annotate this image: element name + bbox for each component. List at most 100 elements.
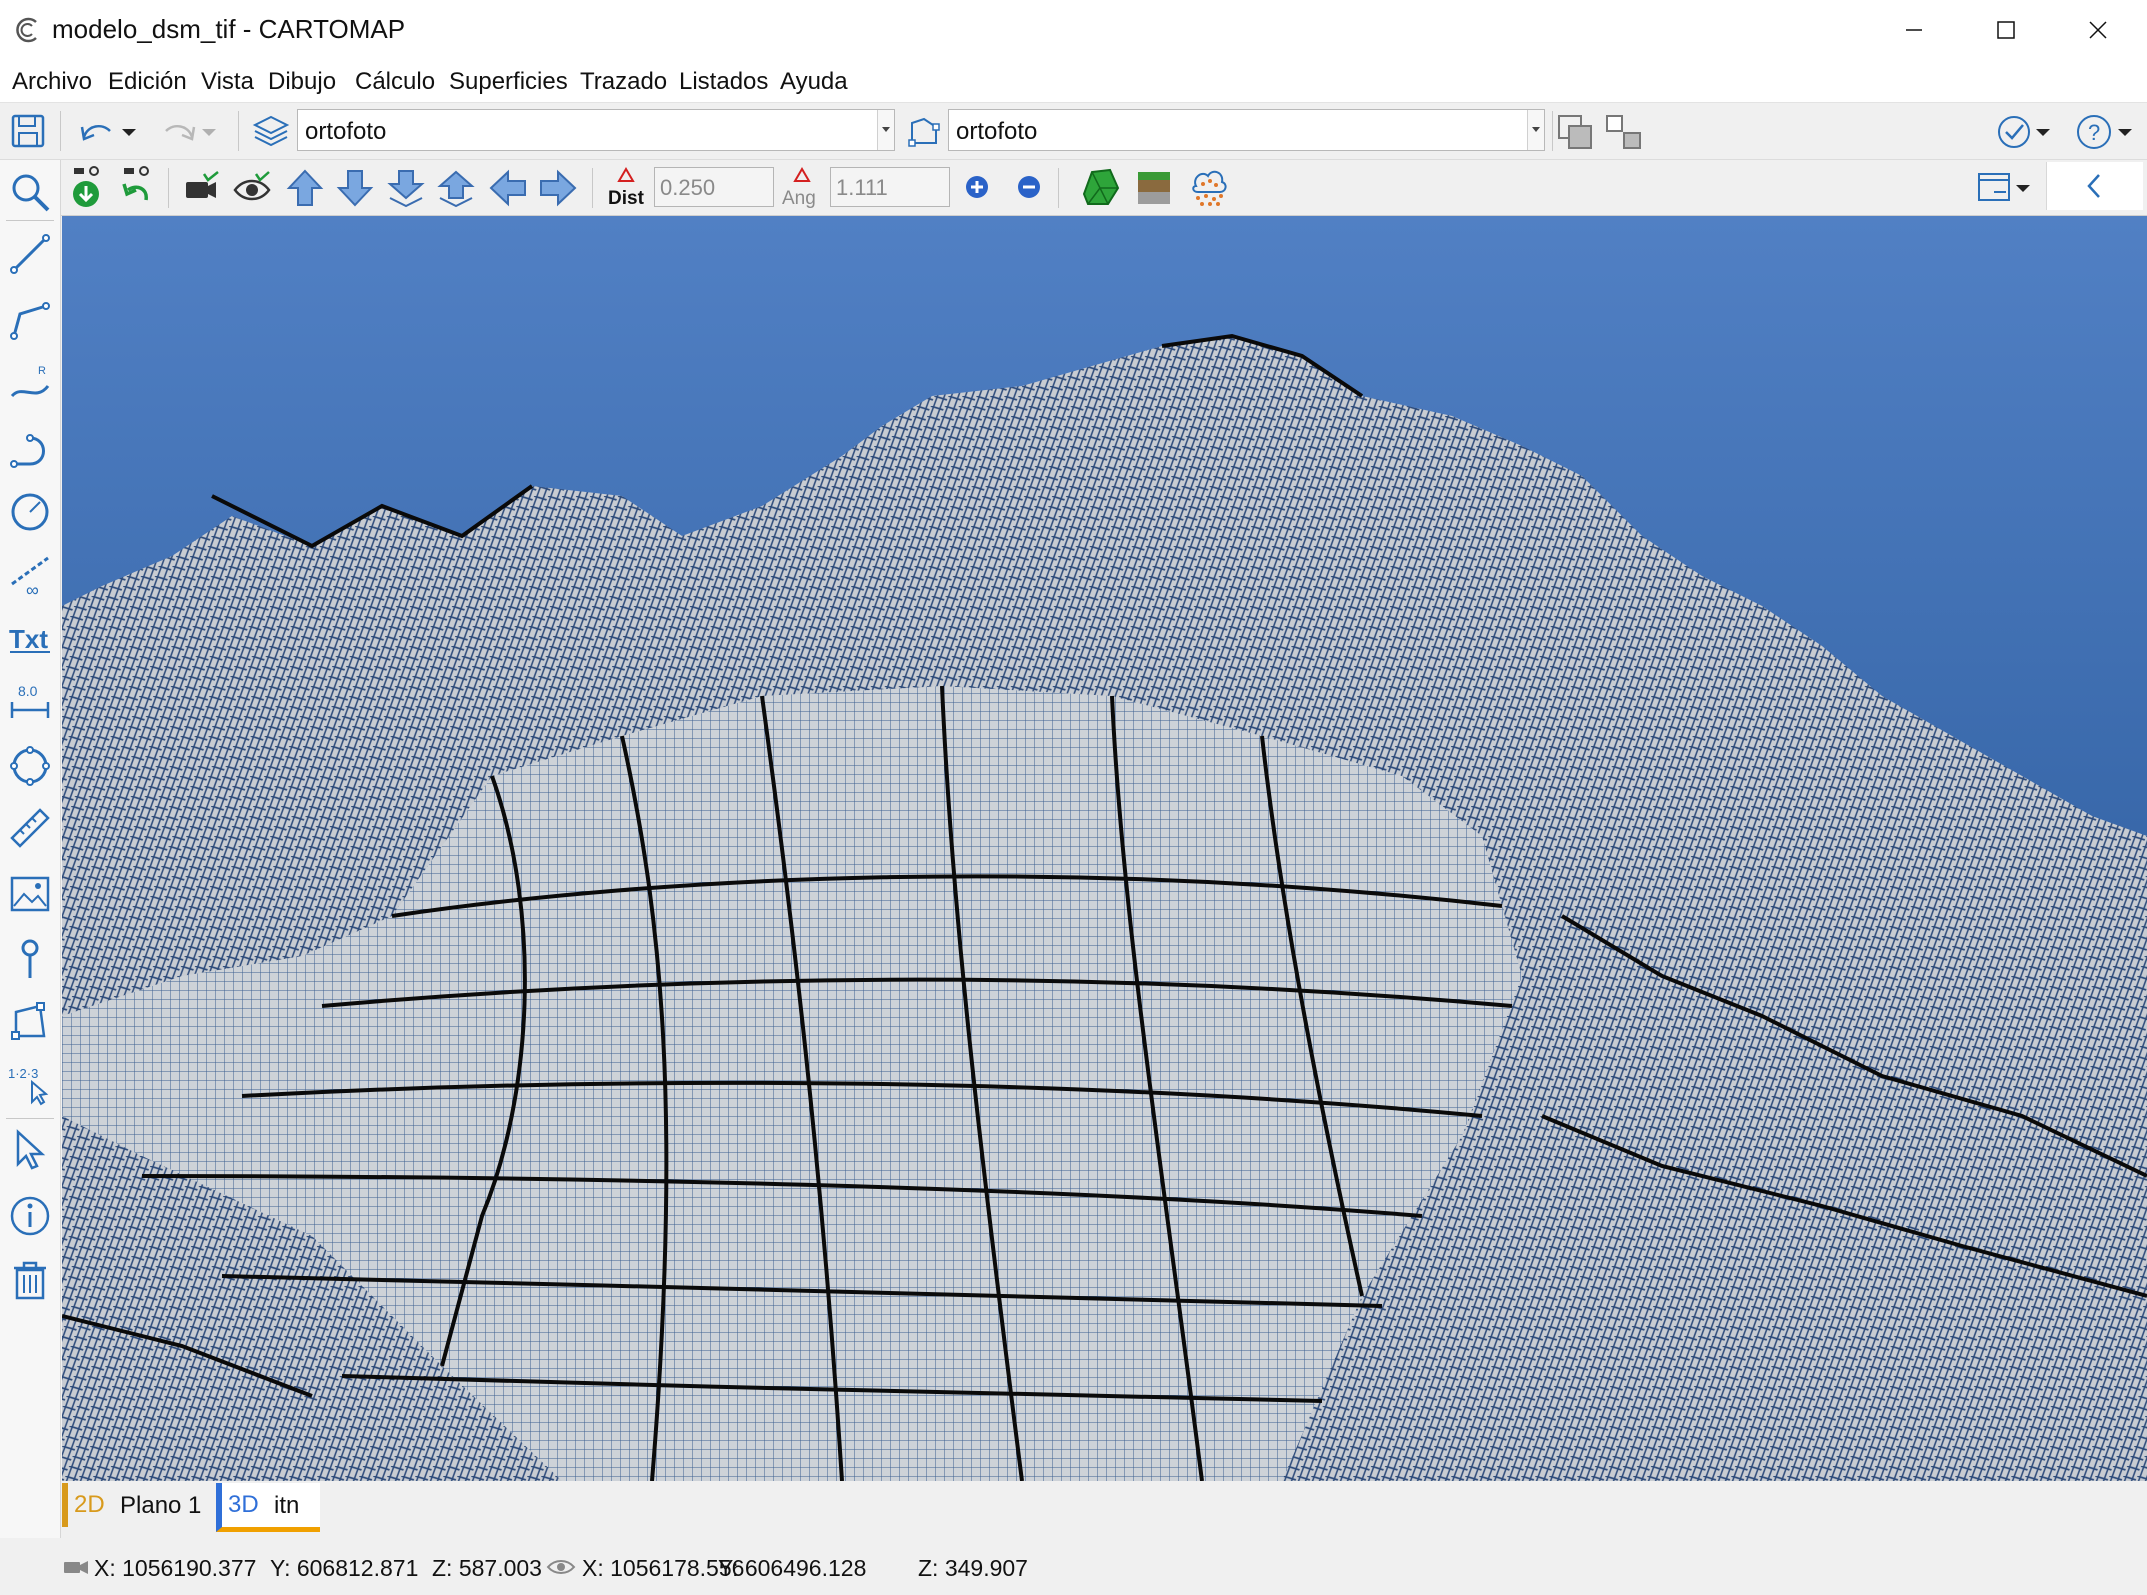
arrow-left-icon[interactable] (488, 168, 528, 208)
menu-vista[interactable]: Vista (201, 68, 254, 96)
menu-trazado[interactable]: Trazado (580, 68, 667, 96)
view-toolbar: Dist 0.250 Ang 1.111 (0, 160, 2147, 216)
layer-select-value: ortofoto (305, 118, 387, 145)
arrow-up-icon[interactable] (286, 168, 324, 208)
collapse-panel-button[interactable] (2046, 162, 2143, 210)
title-bar: modelo_dsm_tif - CARTOMAP (0, 0, 2147, 60)
maximize-button[interactable] (1960, 0, 2052, 60)
style-select-value: ortofoto (956, 118, 1038, 145)
minimize-button[interactable] (1868, 0, 1960, 60)
close-button[interactable] (2052, 0, 2144, 60)
3d-viewport[interactable] (62, 216, 2147, 1481)
menu-edicion[interactable]: Edición (108, 68, 187, 96)
zoom-in-icon[interactable] (964, 174, 990, 200)
camera-download-icon[interactable] (68, 166, 106, 210)
chevron-down-icon[interactable] (1527, 110, 1544, 150)
zoom-search-icon[interactable] (8, 170, 52, 214)
arrow-down-icon[interactable] (336, 168, 374, 208)
image-tool-icon[interactable] (8, 872, 52, 916)
view-tabs: 2D Plano 1 3D itn (62, 1481, 2147, 1532)
point-tool-icon[interactable] (8, 936, 52, 980)
measure-tool-icon[interactable] (8, 806, 52, 850)
angle-step-icon: Ang (782, 167, 816, 209)
surface-model-icon[interactable] (1080, 166, 1120, 208)
tab-2d-label: Plano 1 (120, 1492, 202, 1519)
help-icon[interactable]: ? (2074, 113, 2140, 151)
svg-text:8.0: 8.0 (18, 683, 38, 699)
svg-text:∞: ∞ (26, 580, 39, 598)
undo-icon[interactable] (78, 115, 142, 147)
distance-step-input[interactable]: 0.250 (654, 167, 774, 207)
move-down-icon[interactable] (386, 168, 426, 208)
polygon-tool-icon[interactable] (8, 744, 52, 788)
save-icon[interactable] (10, 113, 46, 149)
chevron-down-icon[interactable] (877, 110, 894, 150)
info-icon[interactable] (8, 1194, 52, 1238)
camera-x: X: 1056190.377 (94, 1555, 257, 1581)
menu-listados[interactable]: Listados (679, 68, 768, 96)
window-title: modelo_dsm_tif - CARTOMAP (52, 14, 406, 44)
select-cursor-icon[interactable] (8, 1128, 52, 1172)
target-y: Y: 606496.128 (718, 1555, 867, 1581)
ang-label: Ang (782, 188, 816, 209)
tab-3d-prefix: 3D (228, 1491, 259, 1518)
camera-z: Z: 587.003 (432, 1555, 542, 1581)
dist-label: Dist (608, 188, 645, 209)
rectangle-tool-icon[interactable] (8, 1000, 52, 1044)
menu-archivo[interactable]: Archivo (12, 68, 92, 96)
separate-objects-icon[interactable] (1604, 113, 1644, 151)
view-layout-icon[interactable] (1976, 170, 2032, 206)
maximize-icon (1997, 21, 2015, 39)
text-tool-icon[interactable]: Txt (8, 616, 52, 660)
terrain-profile-icon[interactable] (1134, 168, 1174, 208)
close-icon (2089, 21, 2107, 39)
trash-icon[interactable] (8, 1258, 52, 1302)
zoom-out-icon[interactable] (1016, 174, 1042, 200)
menu-ayuda[interactable]: Ayuda (780, 68, 848, 96)
circle-tool-icon[interactable] (8, 490, 52, 534)
point-cloud-icon[interactable] (1188, 166, 1230, 208)
polyline-layer-icon (908, 117, 940, 147)
left-toolbar: R ∞ Txt 8.0 1·2·3 (0, 160, 61, 1555)
tab-3d-itn[interactable]: 3D itn (216, 1483, 320, 1532)
target-position-eye-icon (546, 1560, 576, 1574)
distance-step-icon: Dist (608, 167, 645, 209)
menu-bar: Archivo Edición Vista Dibujo Cálculo Sup… (0, 60, 2147, 103)
validate-icon[interactable] (1996, 113, 2056, 151)
layer-select[interactable]: ortofoto (297, 109, 895, 151)
move-up-icon[interactable] (436, 168, 476, 208)
dimension-tool-icon[interactable]: 8.0 (8, 680, 52, 724)
style-select[interactable]: ortofoto (948, 109, 1545, 151)
svg-text:Txt: Txt (9, 624, 48, 654)
main-toolbar: ortofoto ortofoto ? (0, 103, 2147, 160)
layers-icon (252, 115, 290, 147)
curve-radius-icon[interactable]: R (8, 362, 52, 406)
camera-y: Y: 606812.871 (270, 1555, 419, 1581)
arrow-right-icon[interactable] (538, 168, 578, 208)
camera-icon[interactable] (182, 170, 222, 206)
cartomap-logo-icon (16, 17, 37, 43)
angle-step-input[interactable]: 1.111 (830, 167, 950, 207)
terrain-3d-render (62, 216, 2147, 1481)
eye-icon[interactable] (232, 170, 272, 206)
camera-reset-icon[interactable] (118, 166, 156, 210)
infinite-line-icon[interactable]: ∞ (8, 554, 52, 598)
tab-2d-prefix: 2D (74, 1491, 105, 1518)
status-bar: X: 1056190.377 Y: 606812.871 Z: 587.003 … (0, 1538, 2147, 1595)
spline-tool-icon[interactable] (8, 428, 52, 472)
chevron-left-icon (2087, 174, 2100, 198)
tab-2d-plano[interactable]: 2D Plano 1 (62, 1483, 218, 1527)
svg-text:1·2·3: 1·2·3 (8, 1066, 38, 1081)
polyline-tool-icon[interactable] (8, 298, 52, 342)
numbering-tool-icon[interactable]: 1·2·3 (8, 1062, 52, 1106)
redo-icon[interactable] (158, 115, 222, 147)
menu-dibujo[interactable]: Dibujo (268, 68, 336, 96)
minimize-icon (1906, 29, 1922, 31)
overlap-objects-icon[interactable] (1556, 113, 1596, 151)
svg-text:R: R (38, 365, 46, 377)
menu-superficies[interactable]: Superficies (449, 68, 568, 96)
line-tool-icon[interactable] (8, 232, 52, 276)
svg-text:?: ? (2088, 120, 2100, 145)
menu-calculo[interactable]: Cálculo (355, 68, 435, 96)
camera-position-icon (64, 1561, 88, 1574)
